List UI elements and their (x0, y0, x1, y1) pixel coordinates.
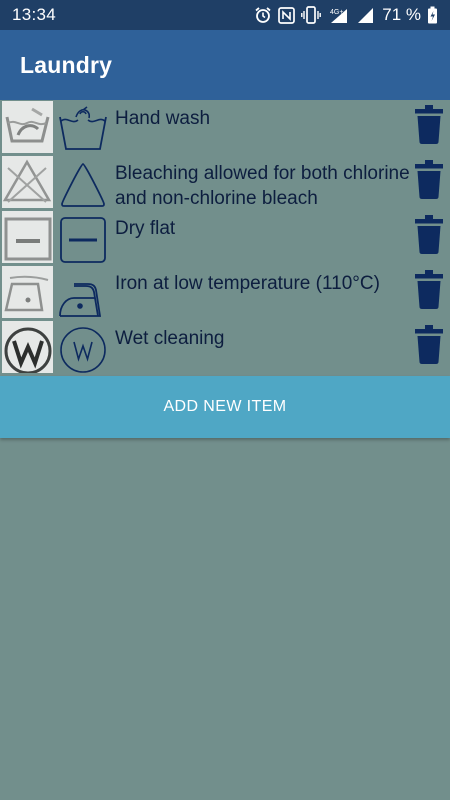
list-item[interactable]: Hand wash (0, 101, 450, 156)
item-label: Iron at low temperature (110°C) (115, 273, 380, 294)
delete-icon[interactable] (413, 104, 445, 144)
item-label: Bleaching allowed for both chlorine and … (115, 163, 410, 209)
status-time: 13:34 (12, 5, 57, 24)
wet-cleaning-icon (60, 327, 106, 373)
battery-icon (428, 6, 437, 24)
item-photo (2, 101, 53, 153)
status-bar: 13:34 4G+ 71 % (0, 0, 450, 30)
delete-icon[interactable] (413, 214, 445, 254)
signal-icon: 4G+ (330, 9, 348, 23)
item-photo (2, 266, 53, 318)
list-item[interactable]: Iron at low temperature (110°C) (0, 266, 450, 321)
delete-icon[interactable] (413, 269, 445, 309)
item-photo (2, 321, 53, 373)
list-item[interactable]: Wet cleaning (0, 321, 450, 376)
alarm-icon (255, 7, 271, 23)
item-photo (2, 156, 53, 208)
vibrate-icon (301, 6, 322, 24)
app-bar: Laundry (0, 30, 450, 100)
network-type: 4G+ (330, 9, 343, 16)
item-label: Hand wash (115, 108, 211, 129)
signal-icon (358, 8, 374, 23)
item-list: Hand wash Bleaching allowed for both chl… (0, 101, 450, 376)
add-new-item-button[interactable]: ADD NEW ITEM (0, 376, 450, 438)
delete-icon[interactable] (413, 159, 445, 199)
list-item[interactable]: Dry flat (0, 211, 450, 266)
list-item[interactable]: Bleaching allowed for both chlorine and … (0, 156, 450, 211)
iron-low-icon (59, 283, 102, 317)
item-photo (2, 211, 53, 263)
item-label: Wet cleaning (115, 328, 225, 349)
dry-flat-icon (60, 217, 106, 263)
status-icons: 4G+ 71 % (254, 5, 438, 25)
bleach-allowed-icon (61, 163, 105, 207)
item-label: Dry flat (115, 218, 176, 239)
delete-icon[interactable] (413, 324, 445, 364)
nfc-icon (278, 6, 296, 24)
hand-wash-icon (59, 106, 107, 150)
battery-percent: 71 % (382, 5, 421, 24)
app-title: Laundry (20, 51, 113, 78)
